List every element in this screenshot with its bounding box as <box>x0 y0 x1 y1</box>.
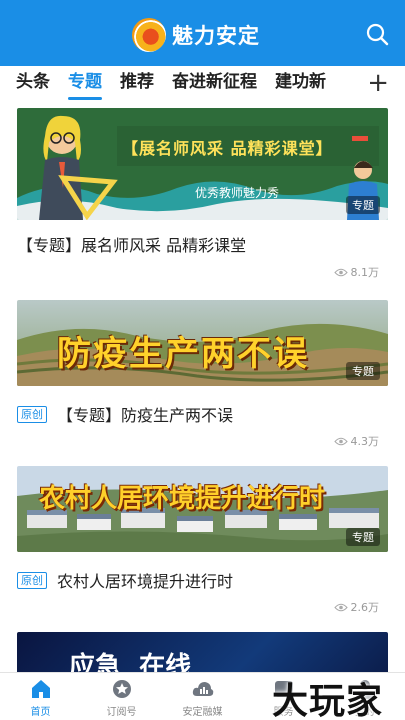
view-count: 8.1万 <box>333 264 380 280</box>
banner-headline: 应急 在线 <box>69 652 192 672</box>
channel-tabs: 头条 专题 推荐 奋进新征程 建功新 <box>0 66 405 102</box>
view-count: 4.3万 <box>333 433 380 449</box>
tab-contribute[interactable]: 建功新 <box>266 66 335 102</box>
brand-logo <box>132 18 166 52</box>
tab-recommend[interactable]: 推荐 <box>111 66 163 102</box>
card-thumbnail: 【展名师风采 品精彩课堂】 优秀教师魅力秀 专题 <box>17 108 388 220</box>
card-title[interactable]: 【专题】展名师风采 品精彩课堂 <box>17 232 246 256</box>
top-bar: 魅力安定 <box>0 0 405 66</box>
news-card[interactable]: 防疫生产两不误 专题 原创 【专题】防疫生产两不误 4.3万 <box>0 292 405 458</box>
app-title: 魅力安定 <box>172 24 260 48</box>
tabbar-label: 安定融媒 <box>182 707 223 718</box>
original-badge: 原创 <box>17 405 47 423</box>
banner-headline: 防疫生产两不误 <box>57 334 309 374</box>
star-icon <box>112 680 131 698</box>
card-title[interactable]: 【专题】防疫生产两不误 <box>57 402 233 426</box>
tabbar-label: 首页 <box>30 707 51 718</box>
banner-subtitle: 优秀教师魅力秀 <box>195 186 280 200</box>
feed-list[interactable]: 【展名师风采 品精彩课堂】 优秀教师魅力秀 专题 【专题】展名师风采 品精彩课堂… <box>0 102 405 672</box>
card-title-row: 原创 农村人居环境提升进行时 <box>17 568 233 592</box>
tabbar-label: 订阅号 <box>106 707 137 718</box>
news-card[interactable]: 应急 在线 <box>0 624 405 672</box>
card-title-row: 原创 【专题】防疫生产两不误 <box>17 402 233 426</box>
original-badge: 原创 <box>17 571 47 589</box>
view-count-value: 4.3万 <box>350 435 380 448</box>
topic-tag: 专题 <box>346 196 380 214</box>
home-icon <box>31 680 50 698</box>
view-count-value: 2.6万 <box>350 601 380 614</box>
card-thumbnail: 应急 在线 <box>17 632 388 672</box>
news-card[interactable]: 农村人居环境提升进行时 专题 原创 农村人居环境提升进行时 2.6万 <box>0 458 405 624</box>
tab-new-journey[interactable]: 奋进新征程 <box>163 66 266 102</box>
card-title-row: 【专题】展名师风采 品精彩课堂 <box>17 232 246 256</box>
view-count-value: 8.1万 <box>350 266 380 279</box>
watermark: 大玩家 <box>272 681 384 720</box>
news-card[interactable]: 【展名师风采 品精彩课堂】 优秀教师魅力秀 专题 【专题】展名师风采 品精彩课堂… <box>0 102 405 292</box>
banner-headline: 【展名师风采 品精彩课堂】 <box>122 139 333 158</box>
card-thumbnail: 农村人居环境提升进行时 专题 <box>17 466 388 552</box>
topic-tag: 专题 <box>346 362 380 380</box>
eye-icon <box>333 268 348 276</box>
brand: 魅力安定 <box>132 18 260 52</box>
view-count: 2.6万 <box>333 599 380 615</box>
card-title[interactable]: 农村人居环境提升进行时 <box>57 568 233 592</box>
cloud-icon <box>192 682 213 696</box>
card-thumbnail: 防疫生产两不误 专题 <box>17 300 388 386</box>
banner-headline: 农村人居环境提升进行时 <box>39 484 326 514</box>
tabbar-item-media[interactable]: 安定融媒 <box>162 673 243 720</box>
tabbar-item-subscribe[interactable]: 订阅号 <box>81 673 162 720</box>
eye-icon <box>333 437 348 445</box>
tabbar-item-home[interactable]: 首页 <box>0 673 81 720</box>
topic-tag: 专题 <box>346 528 380 546</box>
search-icon[interactable] <box>365 22 389 46</box>
tab-headline[interactable]: 头条 <box>0 66 59 102</box>
eye-icon <box>333 603 348 611</box>
add-channel-icon[interactable]: + <box>367 70 389 96</box>
tab-special[interactable]: 专题 <box>59 66 111 102</box>
